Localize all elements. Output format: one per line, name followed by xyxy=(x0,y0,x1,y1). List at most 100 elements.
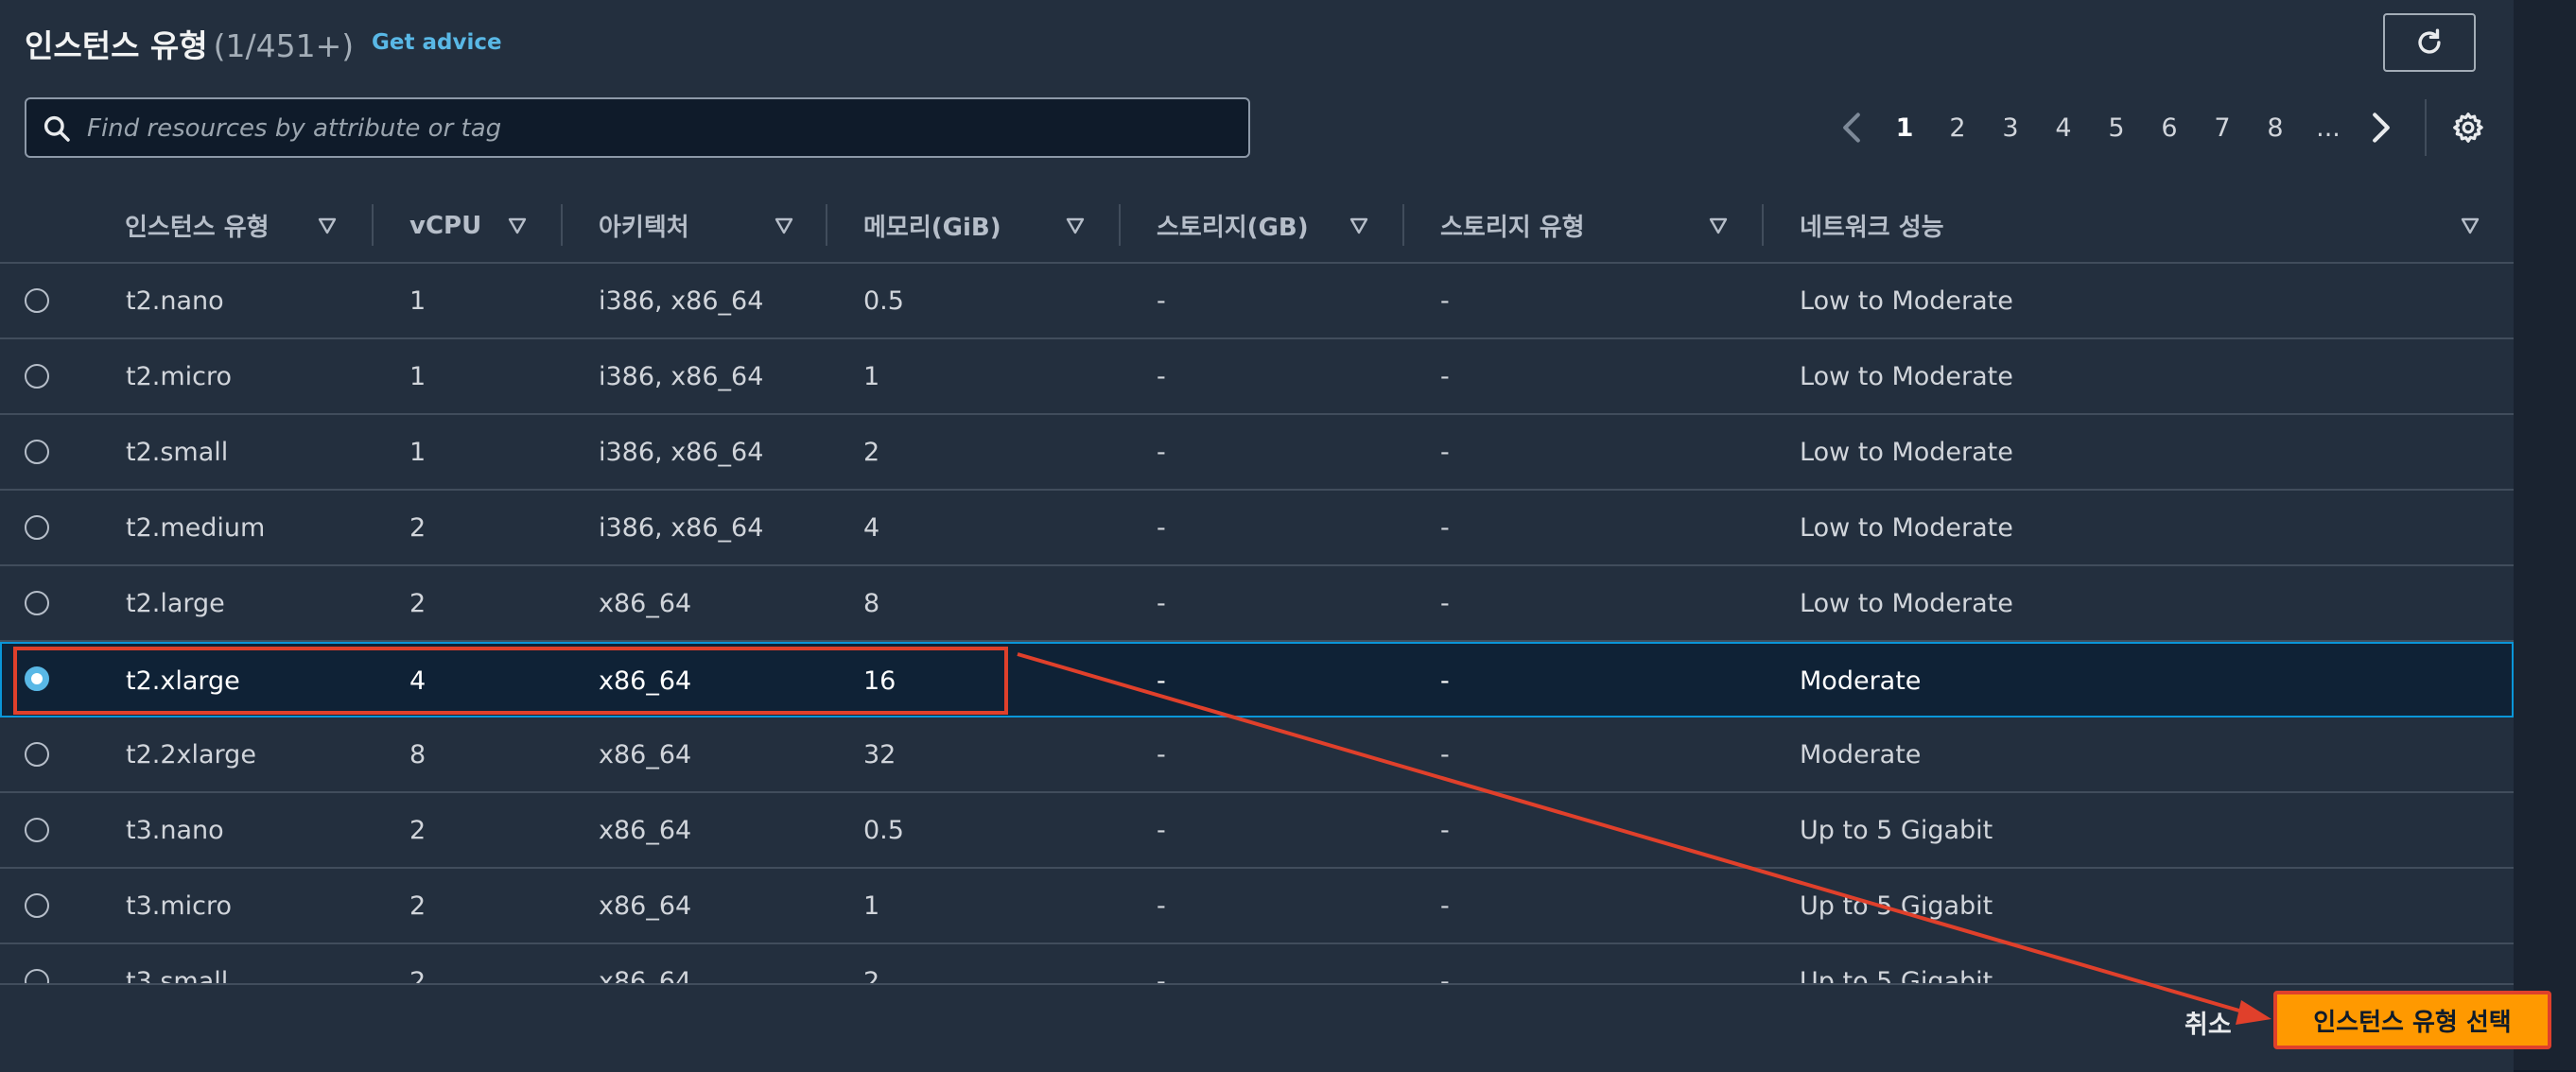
previous-page-button[interactable] xyxy=(1825,112,1878,144)
column-header-storage[interactable]: 스토리지(GB) xyxy=(1157,189,1384,262)
table-row[interactable]: t2.nano 1 i386, x86_64 0.5 - - Low to Mo… xyxy=(0,264,2514,339)
page-1[interactable]: 1 xyxy=(1878,113,1931,143)
column-header-memory[interactable]: 메모리(GiB) xyxy=(863,189,1100,262)
next-page-button[interactable] xyxy=(2355,112,2408,144)
table-row[interactable]: t2.micro 1 i386, x86_64 1 - - Low to Mod… xyxy=(0,339,2514,415)
row-radio[interactable] xyxy=(25,515,49,540)
cell-vcpu: 2 xyxy=(409,890,426,921)
column-header-architecture[interactable]: 아키텍처 xyxy=(599,189,809,262)
cell-network: Up to 5 Gigabit xyxy=(1800,815,1993,845)
cell-memory: 0.5 xyxy=(863,815,904,845)
cell-instance-type: t2.2xlarge xyxy=(126,739,256,769)
panel-title-text: 인스턴스 유형 xyxy=(25,27,208,64)
column-label: 스토리지(GB) xyxy=(1157,214,1309,242)
cell-vcpu: 8 xyxy=(409,739,426,769)
chevron-right-icon xyxy=(2373,112,2390,143)
cell-memory: 32 xyxy=(863,739,896,769)
column-label: 네트워크 성능 xyxy=(1800,214,1944,242)
page-7[interactable]: 7 xyxy=(2196,113,2249,143)
cell-network: Up to 5 Gigabit xyxy=(1800,890,1993,921)
sort-icon xyxy=(2461,217,2480,233)
row-radio[interactable] xyxy=(25,818,49,842)
column-label: 스토리지 유형 xyxy=(1440,214,1585,242)
cell-vcpu: 1 xyxy=(409,437,426,467)
select-instance-type-button[interactable]: 인스턴스 유형 선택 xyxy=(2273,991,2551,1049)
column-divider xyxy=(372,204,374,246)
page-4[interactable]: 4 xyxy=(2037,113,2090,143)
cell-instance-type: t3.micro xyxy=(126,890,233,921)
pagination: 1 2 3 4 5 6 7 8 ... xyxy=(1825,99,2485,156)
cell-instance-type: t2.nano xyxy=(126,285,224,316)
cell-storage: - xyxy=(1157,285,1166,316)
column-label: 아키텍처 xyxy=(599,214,689,242)
cell-storage-type: - xyxy=(1440,890,1450,921)
table-row[interactable]: t3.nano 2 x86_64 0.5 - - Up to 5 Gigabit xyxy=(0,793,2514,869)
column-header-instance-type[interactable]: 인스턴스 유형 xyxy=(125,189,352,262)
table-row[interactable]: t2.small 1 i386, x86_64 2 - - Low to Mod… xyxy=(0,415,2514,491)
cell-instance-type: t2.small xyxy=(126,437,229,467)
page-2[interactable]: 2 xyxy=(1931,113,1984,143)
table-row[interactable]: t2.2xlarge 8 x86_64 32 - - Moderate xyxy=(0,718,2514,793)
column-header-network[interactable]: 네트워크 성능 xyxy=(1800,189,2495,262)
sort-icon xyxy=(1709,217,1728,233)
cell-architecture: i386, x86_64 xyxy=(599,361,764,391)
cell-memory: 0.5 xyxy=(863,285,904,316)
refresh-button[interactable] xyxy=(2383,13,2476,72)
table-row[interactable]: t2.medium 2 i386, x86_64 4 - - Low to Mo… xyxy=(0,491,2514,566)
chevron-left-icon xyxy=(1843,112,1860,143)
column-header-storage-type[interactable]: 스토리지 유형 xyxy=(1440,189,1743,262)
table-row[interactable]: t3.micro 2 x86_64 1 - - Up to 5 Gigabit xyxy=(0,869,2514,944)
cell-architecture: i386, x86_64 xyxy=(599,437,764,467)
column-divider xyxy=(1762,204,1764,246)
row-radio[interactable] xyxy=(25,742,49,767)
cancel-button[interactable]: 취소 xyxy=(2184,1004,2232,1041)
page-8[interactable]: 8 xyxy=(2249,113,2302,143)
get-advice-link[interactable]: Get advice xyxy=(372,30,502,55)
search-box xyxy=(25,97,1250,158)
sort-icon xyxy=(775,217,793,233)
cell-vcpu: 1 xyxy=(409,361,426,391)
row-radio[interactable] xyxy=(25,440,49,464)
cell-storage-type: - xyxy=(1440,437,1450,467)
search-icon xyxy=(44,115,70,142)
page-5[interactable]: 5 xyxy=(2090,113,2143,143)
pagination-divider xyxy=(2425,99,2427,156)
panel-title: 인스턴스 유형 (1/451+) xyxy=(25,21,354,66)
cell-instance-type: t2.micro xyxy=(126,361,233,391)
instance-type-panel: 인스턴스 유형(1/451+) Get advice 1 2 3 4 5 6 7… xyxy=(0,0,2514,1072)
cell-architecture: i386, x86_64 xyxy=(599,512,764,543)
row-radio[interactable] xyxy=(25,893,49,918)
cell-instance-type: t2.large xyxy=(126,588,225,618)
sort-icon xyxy=(508,217,527,233)
column-label: 메모리(GiB) xyxy=(863,214,1001,242)
row-radio[interactable] xyxy=(25,364,49,389)
cell-storage-type: - xyxy=(1440,285,1450,316)
preferences-button[interactable] xyxy=(2451,111,2485,145)
row-radio[interactable] xyxy=(25,591,49,615)
cell-memory: 8 xyxy=(863,588,880,618)
row-radio[interactable] xyxy=(25,969,49,984)
page-6[interactable]: 6 xyxy=(2143,113,2196,143)
refresh-icon xyxy=(2418,28,2441,54)
background-strip xyxy=(2514,0,2576,1070)
highlight-annotation-box xyxy=(13,647,1008,715)
cell-memory: 1 xyxy=(863,361,880,391)
search-input[interactable] xyxy=(85,107,1224,150)
cell-storage: - xyxy=(1157,588,1166,618)
cell-architecture: x86_64 xyxy=(599,890,692,921)
sort-icon xyxy=(318,217,337,233)
table-row[interactable]: t3.small 2 x86_64 2 - - Up to 5 Gigabit xyxy=(0,944,2514,984)
cell-storage: - xyxy=(1157,815,1166,845)
cell-vcpu: 1 xyxy=(409,285,426,316)
page-3[interactable]: 3 xyxy=(1984,113,2037,143)
modal-footer: 취소 xyxy=(0,983,2514,1072)
row-radio[interactable] xyxy=(25,288,49,313)
column-header-vcpu[interactable]: vCPU xyxy=(409,189,542,262)
cell-architecture: x86_64 xyxy=(599,966,692,985)
table-row[interactable]: t2.large 2 x86_64 8 - - Low to Moderate xyxy=(0,566,2514,642)
cell-vcpu: 2 xyxy=(409,815,426,845)
cell-storage: - xyxy=(1157,666,1166,696)
cell-storage: - xyxy=(1157,361,1166,391)
cell-storage: - xyxy=(1157,890,1166,921)
table-body: t2.nano 1 i386, x86_64 0.5 - - Low to Mo… xyxy=(0,264,2514,984)
